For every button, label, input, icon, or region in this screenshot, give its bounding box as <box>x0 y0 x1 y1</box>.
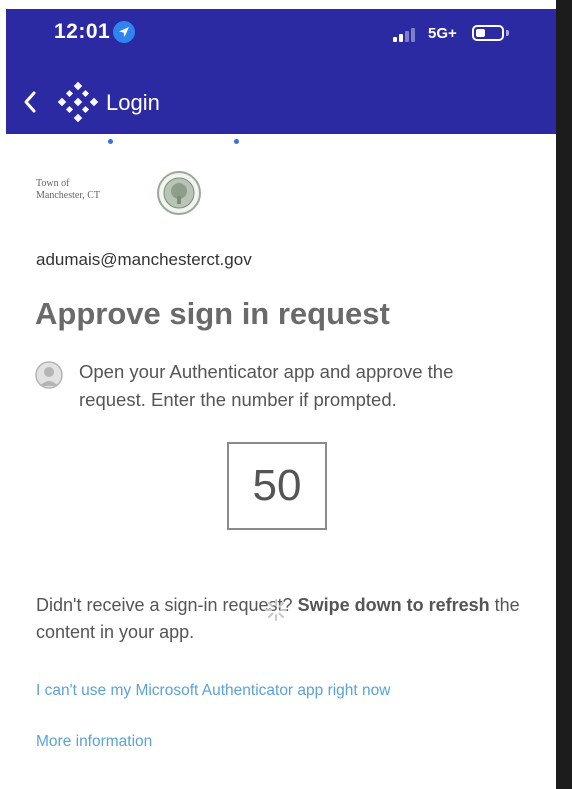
person-icon <box>35 361 63 389</box>
loading-dot <box>108 139 113 144</box>
organization-name: Town of Manchester, CT <box>36 178 100 202</box>
cellular-signal-icon <box>393 28 415 42</box>
network-type: 5G+ <box>428 25 457 42</box>
screen-edge <box>556 0 572 789</box>
battery-tip <box>506 30 509 36</box>
phone-screen: 12:01 5G+ Login Town of Manchester, CT a… <box>0 0 556 789</box>
town-seal-icon <box>157 171 201 215</box>
location-arrow-icon <box>113 21 135 43</box>
resend-text-bold: Swipe down to refresh <box>297 595 490 615</box>
page-title: Approve sign in request <box>35 296 390 331</box>
organization-name-line1: Town of <box>36 178 70 189</box>
organization-name-line2: Manchester, CT <box>36 190 101 201</box>
app-logo-icon <box>57 81 99 123</box>
instruction-text: Open your Authenticator app and approve … <box>79 361 454 410</box>
match-number: 50 <box>252 461 302 510</box>
battery-icon <box>472 25 504 41</box>
organization-logo: Town of Manchester, CT <box>36 170 216 226</box>
cant-use-authenticator-link[interactable]: I can't use my Microsoft Authenticator a… <box>36 682 390 700</box>
resend-text-prefix: Didn't receive a sign-in request? <box>36 595 298 615</box>
status-time: 12:01 <box>54 20 111 43</box>
chevron-left-icon <box>24 91 36 113</box>
number-match-box: 50 <box>227 442 327 530</box>
loading-spinner-icon <box>265 599 287 621</box>
back-button[interactable] <box>20 84 48 120</box>
account-email: adumais@manchesterct.gov <box>36 250 252 269</box>
top-strip <box>0 0 556 9</box>
more-information-link[interactable]: More information <box>36 733 152 751</box>
loading-dot <box>234 139 239 144</box>
nav-title: Login <box>106 90 160 115</box>
